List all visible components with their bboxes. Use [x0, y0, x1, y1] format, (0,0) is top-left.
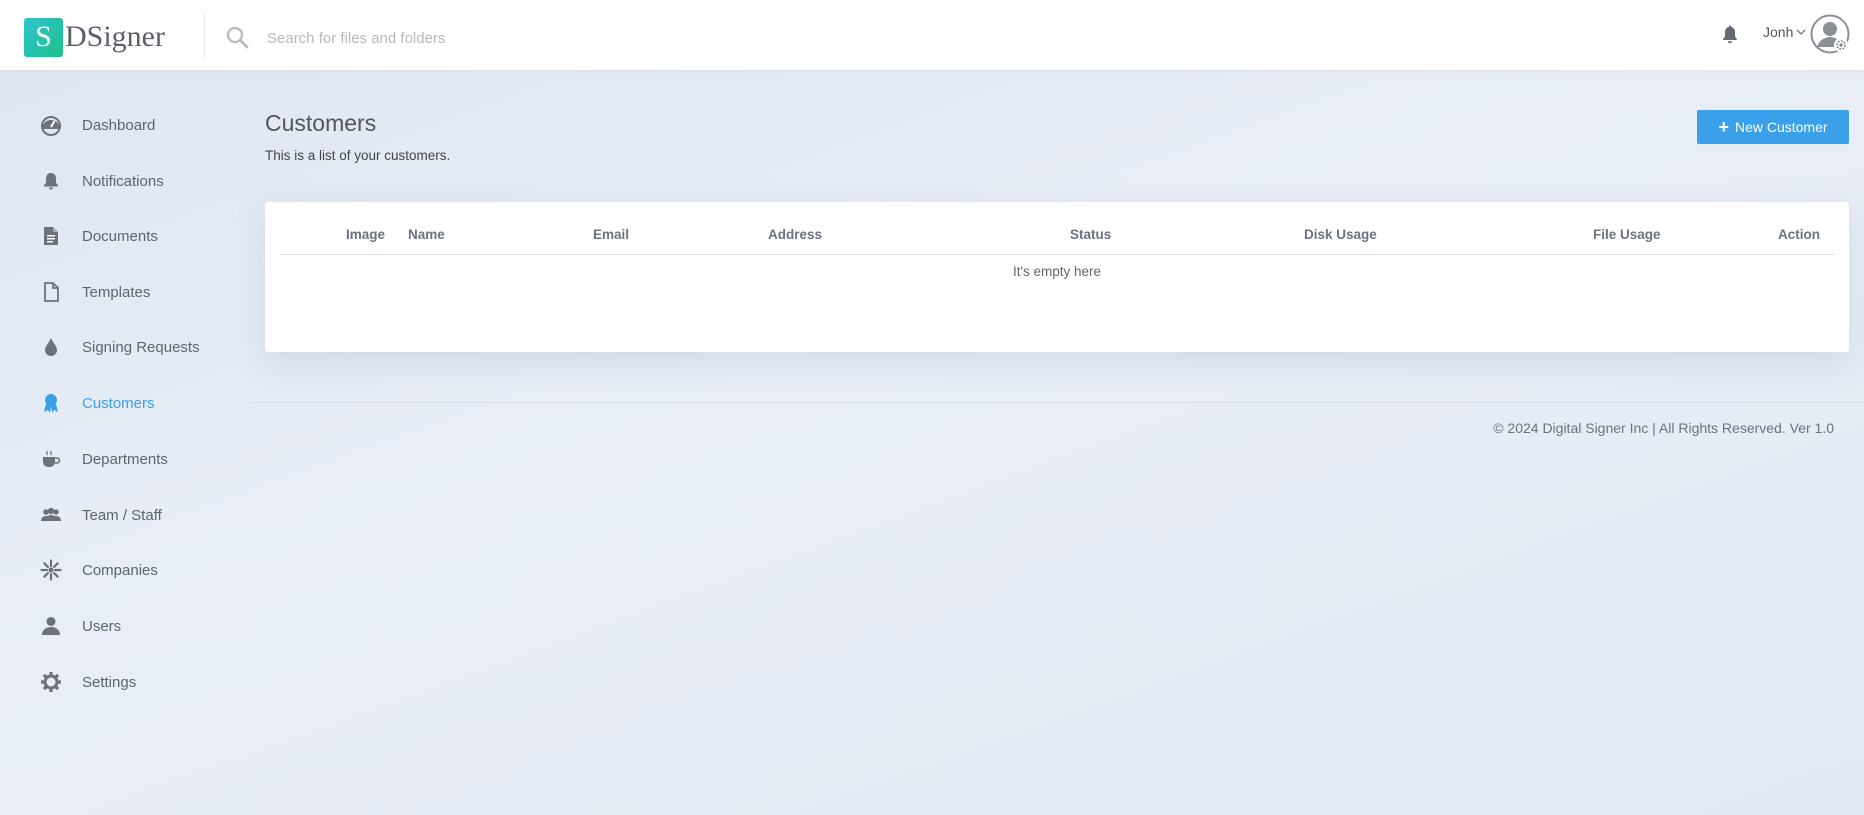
footer-copyright: © 2024 Digital Signer Inc | All Rights R…	[1493, 420, 1834, 436]
chevron-down-icon	[1796, 29, 1806, 35]
column-header-file-usage[interactable]: File Usage	[1593, 227, 1661, 242]
logo[interactable]: S DSigner	[24, 17, 165, 57]
sidebar-item-dashboard[interactable]: Dashboard	[40, 110, 240, 140]
customers-table-card: Image Name Email Address Status Disk Usa…	[265, 202, 1849, 352]
sidebar-item-signing-requests[interactable]: Signing Requests	[40, 332, 240, 362]
sidebar-item-documents[interactable]: Documents	[40, 221, 240, 251]
empty-state-text: It's empty here	[1012, 264, 1102, 279]
column-header-status[interactable]: Status	[1070, 227, 1111, 242]
user-icon	[42, 617, 60, 635]
document-icon	[44, 227, 58, 245]
sidebar-item-label: Documents	[82, 227, 158, 245]
sidebar-item-companies[interactable]: Companies	[40, 555, 240, 585]
sidebar-item-label: Companies	[82, 561, 158, 579]
footer-divider	[250, 402, 1864, 403]
new-customer-button[interactable]: + New Customer	[1697, 110, 1849, 144]
sidebar-item-customers[interactable]: Customers	[40, 388, 240, 418]
sidebar-item-users[interactable]: Users	[40, 611, 240, 641]
sidebar-item-label: Team / Staff	[82, 506, 162, 524]
sidebar-item-label: Users	[82, 617, 122, 635]
table-header: Image Name Email Address Status Disk Usa…	[280, 218, 1835, 255]
logo-text: DSigner	[65, 20, 165, 53]
top-bar: S DSigner Jonh	[0, 0, 1864, 70]
column-header-disk-usage[interactable]: Disk Usage	[1304, 227, 1377, 242]
avatar[interactable]	[1810, 14, 1850, 54]
page-title: Customers	[265, 110, 377, 136]
sunburst-icon	[40, 559, 62, 581]
sidebar-item-settings[interactable]: Settings	[40, 667, 240, 697]
sidebar-item-label: Dashboard	[82, 116, 156, 134]
sidebar-item-label: Templates	[82, 283, 151, 301]
sidebar-item-label: Departments	[82, 450, 168, 468]
dashboard-icon	[41, 116, 61, 136]
sidebar-item-label: Notifications	[82, 172, 164, 190]
topbar-divider	[204, 13, 205, 58]
sidebar-item-templates[interactable]: Templates	[40, 277, 240, 307]
bell-icon	[44, 173, 58, 190]
sidebar-item-departments[interactable]: Departments	[40, 444, 240, 474]
column-header-email[interactable]: Email	[593, 227, 629, 242]
logo-mark: S	[24, 17, 63, 57]
user-name: Jonh	[1763, 24, 1794, 40]
search-input[interactable]	[267, 26, 687, 50]
search-icon[interactable]	[225, 25, 249, 49]
drop-icon	[45, 338, 57, 356]
sidebar-item-team-staff[interactable]: Team / Staff	[40, 500, 240, 530]
file-outline-icon	[44, 282, 59, 302]
column-header-address[interactable]: Address	[768, 227, 822, 242]
column-header-image[interactable]: Image	[346, 227, 385, 242]
user-menu[interactable]: Jonh	[1763, 24, 1806, 40]
sidebar-item-label: Settings	[82, 673, 137, 691]
gear-icon	[41, 672, 61, 692]
sidebar-item-label: Signing Requests	[82, 338, 200, 356]
column-header-action: Action	[1778, 227, 1820, 242]
column-header-name[interactable]: Name	[408, 227, 445, 242]
badge-icon	[44, 394, 58, 413]
sidebar-item-label: Customers	[82, 394, 155, 412]
group-icon	[41, 507, 61, 521]
new-customer-label: New Customer	[1734, 119, 1828, 135]
coffee-icon	[43, 450, 61, 467]
plus-icon: +	[1718, 117, 1729, 137]
sidebar-item-notifications[interactable]: Notifications	[40, 166, 240, 196]
page-subtitle: This is a list of your customers.	[265, 148, 451, 163]
bell-icon[interactable]	[1719, 24, 1741, 46]
